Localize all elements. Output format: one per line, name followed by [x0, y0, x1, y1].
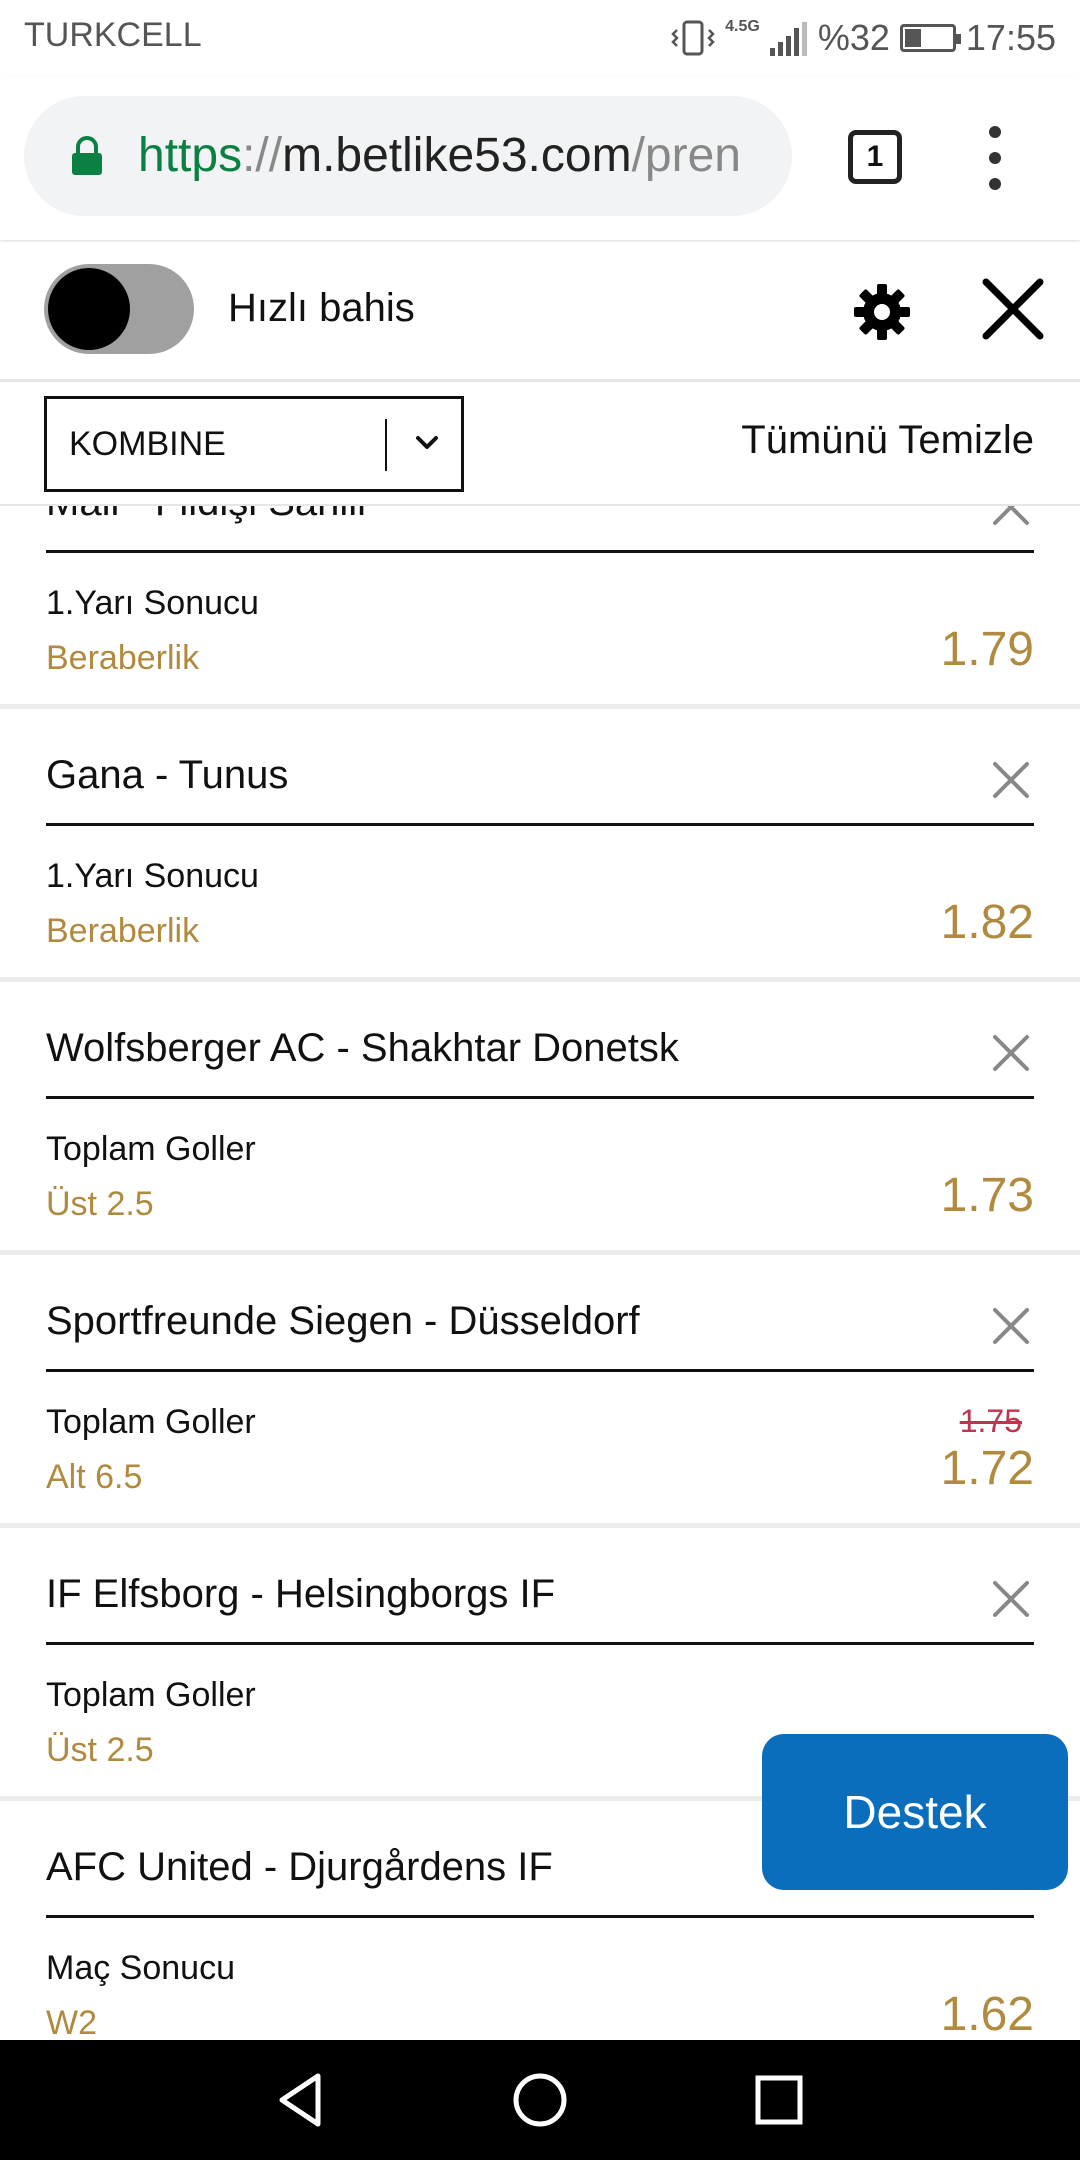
odds-value: 1.82	[940, 896, 1034, 949]
divider	[46, 550, 1034, 553]
url-separator: ://	[242, 129, 283, 182]
tab-switcher-button[interactable]: 1	[848, 130, 902, 184]
quick-bet-toggle[interactable]	[44, 264, 194, 354]
quick-bet-label: Hızlı bahis	[228, 286, 415, 330]
support-button[interactable]: Destek	[762, 1734, 1068, 1890]
selection-name: W2	[46, 2004, 97, 2040]
odds-value: 1.73	[940, 1169, 1034, 1222]
browser-menu-icon[interactable]	[980, 126, 1010, 190]
old-odds: 1.75	[959, 1403, 1022, 1439]
url-host: m.betlike53.com	[282, 129, 632, 182]
vibrate-icon	[671, 20, 715, 56]
divider	[46, 1369, 1034, 1372]
match-name: Sportfreunde Siegen - Düsseldorf	[46, 1299, 640, 1343]
signal-icon	[769, 22, 807, 56]
market-name: 1.Yarı Sonucu	[46, 857, 259, 895]
remove-bet-icon[interactable]	[990, 1305, 1032, 1347]
selection-name: Üst 2.5	[46, 1185, 154, 1223]
carrier-name: TURKCELL	[24, 16, 202, 54]
selection-name: Beraberlik	[46, 639, 200, 677]
bet-card: Sportfreunde Siegen - Düsseldorf Toplam G…	[0, 1255, 1080, 1528]
url-scheme: https	[138, 129, 243, 182]
divider	[46, 1642, 1034, 1645]
status-bar: TURKCELL 4.5G %32 17:55	[0, 0, 1080, 76]
selection-name: Beraberlik	[46, 912, 200, 950]
match-name: IF Elfsborg - Helsingborgs IF	[46, 1572, 556, 1616]
odds-value: 1.72	[940, 1442, 1034, 1495]
market-name: Toplam Goller	[46, 1130, 256, 1168]
market-name: Maç Sonucu	[46, 1949, 235, 1987]
network-type: 4.5G	[725, 18, 760, 35]
url-text: https://m.betlike53.com/pren	[138, 128, 741, 184]
toggle-knob	[48, 268, 130, 350]
match-name: AFC United - Djurgårdens IF	[46, 1845, 553, 1889]
battery-icon	[899, 24, 961, 52]
remove-bet-icon[interactable]	[990, 1578, 1032, 1620]
bet-card: Mali - Fildişi Sahili 1.Yarı Sonucu Berabe…	[0, 506, 1080, 709]
divider	[46, 1096, 1034, 1099]
market-name: Toplam Goller	[46, 1403, 256, 1441]
bet-card: Wolfsberger AC - Shakhtar Donetsk Toplam …	[0, 982, 1080, 1255]
select-divider	[385, 419, 387, 471]
match-name: Wolfsberger AC - Shakhtar Donetsk	[46, 1026, 679, 1070]
close-icon[interactable]	[980, 276, 1046, 342]
divider	[46, 1915, 1034, 1918]
match-name: Gana - Tunus	[46, 753, 289, 797]
clear-all-button[interactable]: Tümünü Temizle	[741, 418, 1034, 463]
status-icons: 4.5G %32 17:55	[671, 14, 1056, 62]
odds-value: 1.62	[940, 1988, 1034, 2040]
market-name: 1.Yarı Sonucu	[46, 584, 259, 622]
remove-bet-icon[interactable]	[990, 1032, 1032, 1074]
odds-value: 1.79	[940, 623, 1034, 676]
selection-name: Alt 6.5	[46, 1458, 143, 1496]
url-bar[interactable]: https://m.betlike53.com/pren	[24, 96, 792, 216]
url-path: /pren	[631, 129, 741, 182]
system-nav-bar	[0, 2040, 1080, 2160]
lock-icon	[72, 136, 102, 175]
chevron-down-icon	[416, 436, 438, 449]
market-name: Toplam Goller	[46, 1676, 256, 1714]
gear-icon[interactable]	[852, 282, 912, 342]
battery-percent: %32	[817, 17, 890, 58]
match-name: Mali - Fildişi Sahili	[46, 506, 366, 525]
betslip-controls: KOMBINE Tümünü Temizle	[0, 382, 1080, 506]
divider	[46, 823, 1034, 826]
bet-card: Gana - Tunus 1.Yarı Sonucu Beraberlik 1.82	[0, 709, 1080, 982]
remove-bet-icon[interactable]	[990, 506, 1032, 528]
betslip-header: Hızlı bahis	[0, 242, 1080, 382]
selection-name: Üst 2.5	[46, 1731, 154, 1769]
clock: 17:55	[965, 17, 1056, 58]
browser-toolbar: https://m.betlike53.com/pren 1	[0, 76, 1080, 240]
bet-type-select[interactable]: KOMBINE	[44, 396, 464, 492]
recents-square-icon[interactable]	[752, 2070, 808, 2130]
back-triangle-icon[interactable]	[274, 2070, 326, 2130]
remove-bet-icon[interactable]	[990, 759, 1032, 801]
home-circle-icon[interactable]	[510, 2070, 570, 2130]
bet-type-value: KOMBINE	[69, 425, 226, 463]
